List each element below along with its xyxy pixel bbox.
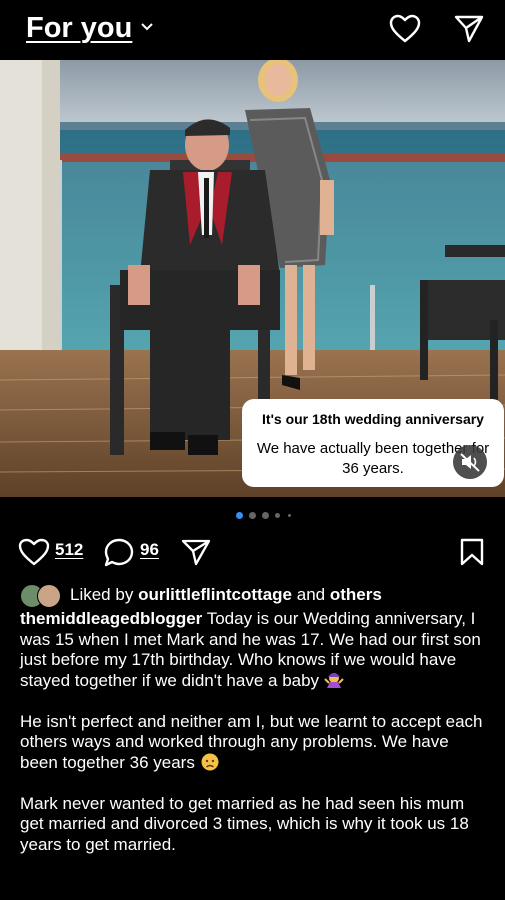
sad-face-emoji xyxy=(201,753,219,770)
caption-username[interactable]: themiddleagedblogger xyxy=(20,609,202,628)
woman-shrugging-emoji xyxy=(324,672,344,688)
send-icon[interactable] xyxy=(454,14,484,44)
heart-icon[interactable] xyxy=(389,14,421,44)
like-heart-icon[interactable] xyxy=(18,538,50,566)
post-caption: themiddleagedblogger Today is our Weddin… xyxy=(20,609,485,876)
avatar xyxy=(37,584,61,608)
comment-icon[interactable] xyxy=(104,538,134,567)
carousel-dot xyxy=(262,512,269,519)
mute-icon[interactable] xyxy=(453,445,487,479)
share-icon[interactable] xyxy=(181,538,211,566)
liked-by-others[interactable]: others xyxy=(330,585,382,604)
feed-selector[interactable]: For you xyxy=(26,12,132,45)
carousel-dot xyxy=(249,512,256,519)
card-title: It's our 18th wedding anniversary xyxy=(262,411,484,427)
action-bar: 512 96 xyxy=(0,530,505,574)
bookmark-icon[interactable] xyxy=(459,538,485,566)
chevron-down-icon[interactable] xyxy=(140,22,154,32)
liked-by-text: Liked by ourlittleflintcottage and other… xyxy=(70,585,382,604)
caption-paragraph: Mark never wanted to get married as he h… xyxy=(20,793,469,854)
carousel-indicator xyxy=(0,511,505,521)
liked-by-user[interactable]: ourlittleflintcottage xyxy=(138,585,292,604)
caption-paragraph: He isn't perfect and neither am I, but w… xyxy=(20,711,483,772)
top-bar: For you xyxy=(0,0,505,60)
like-count[interactable]: 512 xyxy=(55,540,83,560)
carousel-dot xyxy=(275,513,280,518)
comment-count[interactable]: 96 xyxy=(140,540,159,560)
carousel-dot xyxy=(236,512,243,519)
carousel-dot xyxy=(288,514,291,517)
